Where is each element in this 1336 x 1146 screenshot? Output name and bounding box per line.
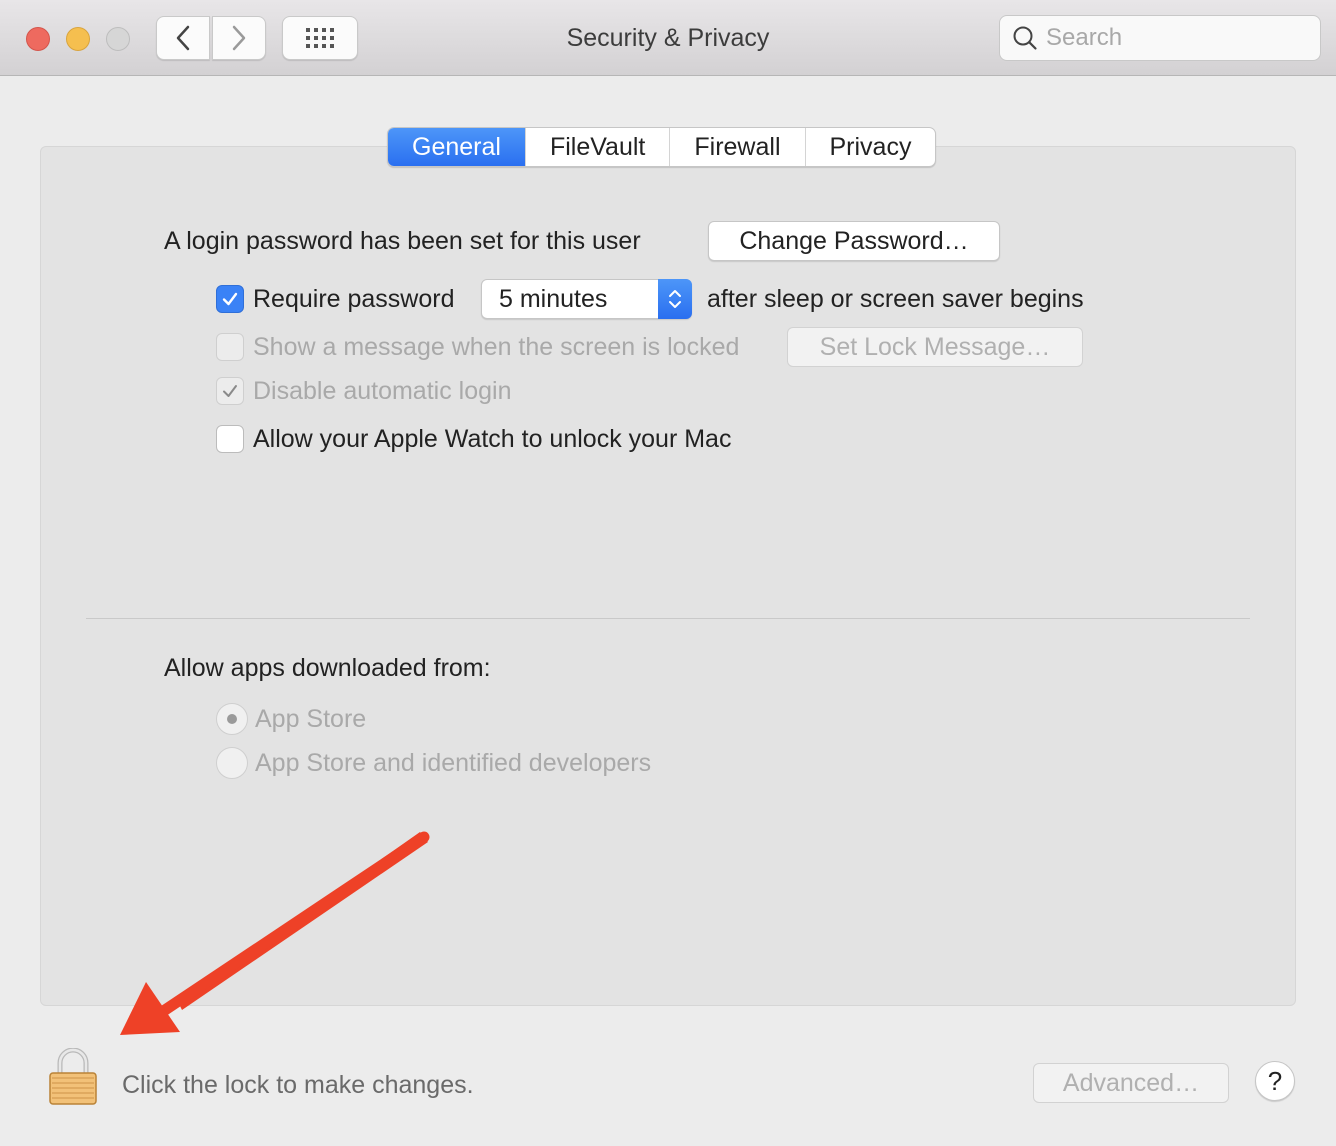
apple-watch-label: Allow your Apple Watch to unlock your Ma… xyxy=(253,425,732,453)
show-message-checkbox[interactable] xyxy=(216,333,244,361)
tab-privacy[interactable]: Privacy xyxy=(804,128,936,166)
require-password-checkbox[interactable] xyxy=(216,285,244,313)
change-password-button[interactable]: Change Password… xyxy=(708,221,1000,261)
tab-filevault[interactable]: FileVault xyxy=(524,128,669,166)
advanced-button[interactable]: Advanced… xyxy=(1033,1063,1229,1103)
search-icon xyxy=(1013,26,1037,50)
search-field[interactable] xyxy=(999,15,1321,61)
radio-selected-dot xyxy=(227,714,237,724)
select-value: 5 minutes xyxy=(499,285,608,313)
lock-status-text: Click the lock to make changes. xyxy=(122,1071,474,1099)
section-divider xyxy=(86,618,1250,619)
checkmark-icon xyxy=(223,385,237,397)
checkmark-icon xyxy=(222,292,238,306)
allow-apps-heading: Allow apps downloaded from: xyxy=(164,654,491,682)
tab-bar: General FileVault Firewall Privacy xyxy=(387,127,937,167)
disable-auto-login-checkbox[interactable] xyxy=(216,377,244,405)
title-bar: Security & Privacy xyxy=(0,0,1336,76)
set-lock-message-button[interactable]: Set Lock Message… xyxy=(787,327,1083,367)
tab-general[interactable]: General xyxy=(388,128,525,166)
radio-app-store-identified[interactable] xyxy=(216,747,248,779)
tab-firewall[interactable]: Firewall xyxy=(669,128,804,166)
padlock-icon xyxy=(49,1047,97,1105)
radio-app-store[interactable] xyxy=(216,703,248,735)
apple-watch-checkbox[interactable] xyxy=(216,425,244,453)
general-panel xyxy=(40,146,1296,1006)
search-input[interactable] xyxy=(1046,24,1306,52)
require-password-delay-select[interactable]: 5 minutes xyxy=(481,279,692,319)
help-button[interactable]: ? xyxy=(1255,1061,1295,1101)
chevron-up-down-icon xyxy=(669,290,681,308)
login-password-label: A login password has been set for this u… xyxy=(164,227,641,255)
lock-button[interactable] xyxy=(48,1047,98,1106)
radio-app-store-label: App Store xyxy=(255,705,367,733)
disable-auto-login-label: Disable automatic login xyxy=(253,377,512,405)
radio-app-store-identified-label: App Store and identified developers xyxy=(255,749,652,777)
select-stepper[interactable] xyxy=(658,279,692,319)
show-message-label: Show a message when the screen is locked xyxy=(253,333,740,361)
require-password-label: Require password xyxy=(253,285,455,313)
require-password-suffix: after sleep or screen saver begins xyxy=(707,285,1084,313)
